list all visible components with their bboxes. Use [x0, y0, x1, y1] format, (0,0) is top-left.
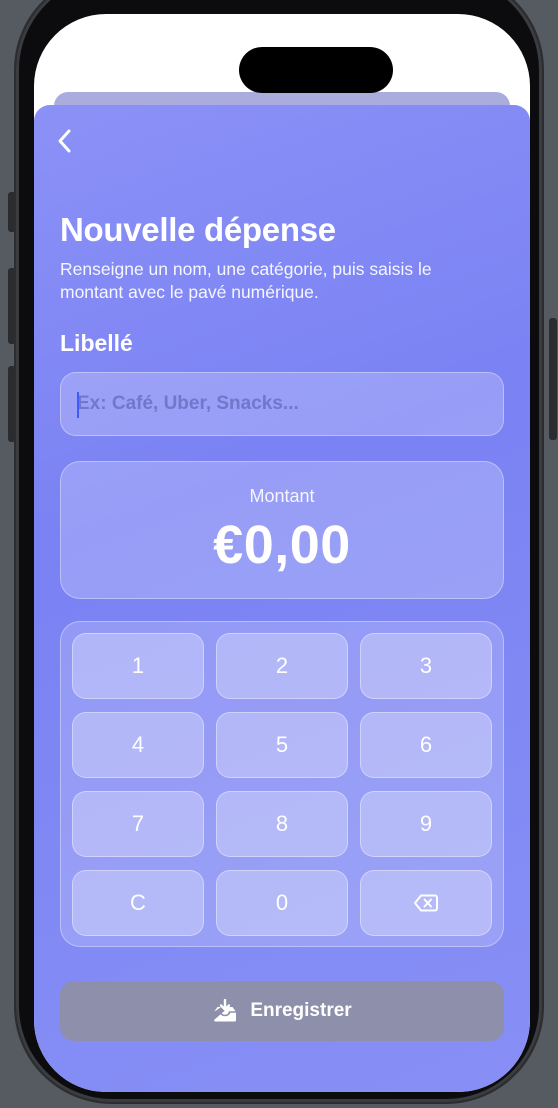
- key-7[interactable]: 7: [72, 791, 204, 857]
- key-8[interactable]: 8: [216, 791, 348, 857]
- expense-sheet: Nouvelle dépense Renseigne un nom, une c…: [34, 105, 530, 1092]
- label-input-container: [60, 372, 504, 436]
- tray-download-icon: [214, 999, 237, 1022]
- save-button[interactable]: Enregistrer: [60, 981, 504, 1041]
- backspace-icon: [414, 894, 438, 912]
- key-0[interactable]: 0: [216, 870, 348, 936]
- text-caret: [77, 392, 79, 418]
- amount-label: Montant: [249, 486, 315, 506]
- volume-up-button: [8, 268, 16, 344]
- key-4[interactable]: 4: [72, 712, 204, 778]
- key-5[interactable]: 5: [216, 712, 348, 778]
- key-clear[interactable]: C: [72, 870, 204, 936]
- key-6[interactable]: 6: [360, 712, 492, 778]
- page-title: Nouvelle dépense: [60, 211, 336, 248]
- silent-switch: [8, 192, 16, 232]
- amount-value: €0,00: [213, 515, 351, 575]
- save-button-label: Enregistrer: [250, 1000, 352, 1021]
- label-field-label: Libellé: [60, 330, 133, 356]
- screen: Nouvelle dépense Renseigne un nom, une c…: [34, 14, 530, 1092]
- page-subtitle: Renseigne un nom, une catégorie, puis sa…: [60, 259, 432, 302]
- numeric-keypad: 1 2 3 4 5 6 7 8 9 C 0: [60, 621, 504, 947]
- back-button[interactable]: [52, 127, 76, 155]
- key-1[interactable]: 1: [72, 633, 204, 699]
- key-9[interactable]: 9: [360, 791, 492, 857]
- chevron-left-icon: [58, 129, 71, 153]
- label-input[interactable]: [77, 373, 487, 435]
- key-delete[interactable]: [360, 870, 492, 936]
- power-button: [549, 318, 557, 440]
- amount-display: Montant €0,00: [60, 461, 504, 599]
- key-2[interactable]: 2: [216, 633, 348, 699]
- volume-down-button: [8, 366, 16, 442]
- dynamic-island: [239, 47, 393, 93]
- key-3[interactable]: 3: [360, 633, 492, 699]
